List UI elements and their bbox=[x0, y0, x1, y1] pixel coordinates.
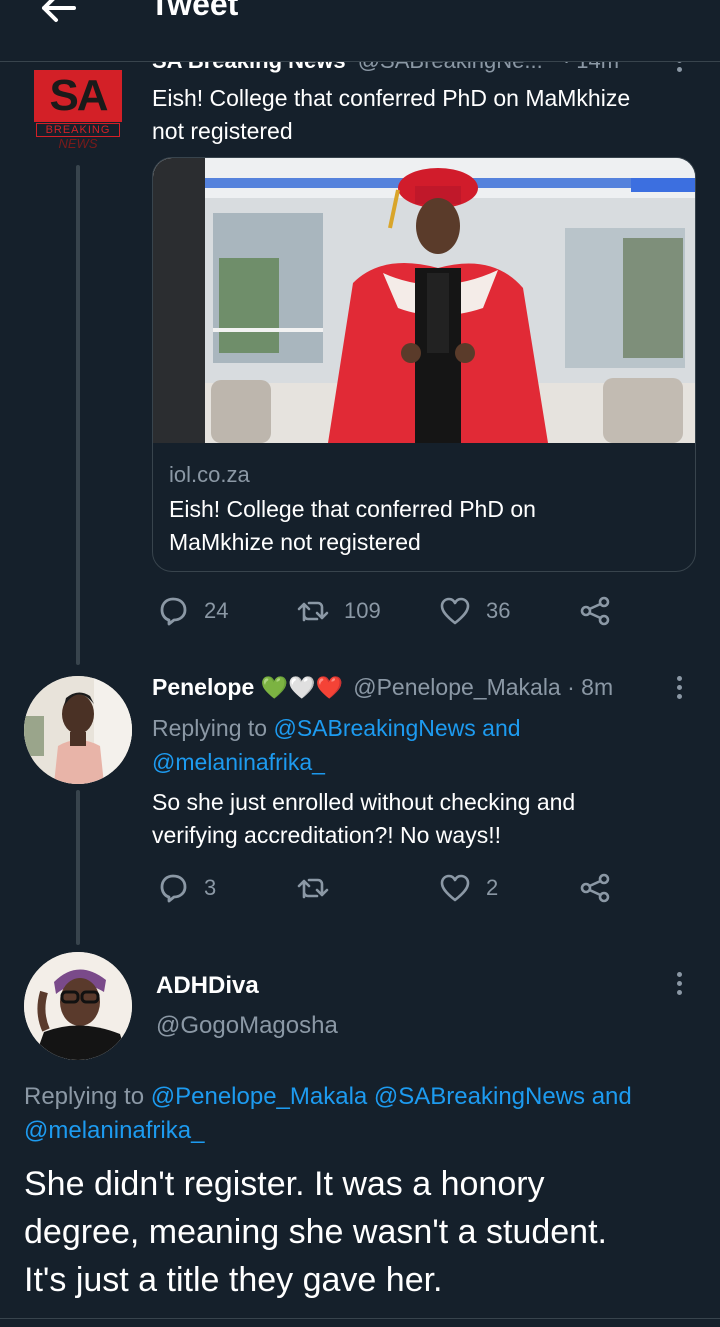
like-button[interactable]: 36 bbox=[438, 594, 510, 628]
more-options-icon[interactable] bbox=[674, 58, 684, 86]
share-icon bbox=[580, 873, 610, 903]
divider bbox=[0, 1318, 720, 1319]
reply-button[interactable]: 24 bbox=[156, 594, 228, 628]
card-text: iol.co.za Eish! College that conferred P… bbox=[169, 460, 679, 559]
retweet-button[interactable]: 109 bbox=[296, 594, 381, 628]
tweet-text-line: verifying accreditation?! No ways!! bbox=[152, 822, 501, 848]
replying-to: Replying to @SABreakingNews and @melanin… bbox=[152, 711, 521, 779]
card-title-line: Eish! College that conferred PhD on bbox=[169, 496, 536, 522]
handle[interactable]: @Penelope_Makala bbox=[353, 674, 560, 700]
logo-text: SA bbox=[49, 71, 108, 120]
replying-to: Replying to @Penelope_Makala @SABreaking… bbox=[24, 1080, 704, 1148]
thread-line bbox=[76, 790, 80, 945]
replying-mention[interactable]: @melaninafrika_ bbox=[152, 745, 521, 779]
avatar[interactable] bbox=[24, 676, 132, 784]
sa-breaking-news-logo[interactable]: SA BREAKING NEWS bbox=[34, 70, 122, 154]
handle[interactable]: @GogoMagosha bbox=[156, 1012, 338, 1040]
card-photo bbox=[153, 158, 695, 443]
tweet-text-line: So she just enrolled without checking an… bbox=[152, 789, 576, 815]
more-options-icon[interactable] bbox=[674, 972, 684, 1000]
tweet-text-line: Eish! College that conferred PhD on MaMk… bbox=[152, 85, 631, 111]
retweet-icon bbox=[297, 601, 329, 622]
tweet-text: So she just enrolled without checking an… bbox=[152, 786, 575, 852]
replying-prefix: Replying to bbox=[24, 1083, 145, 1110]
page-title: Tweet bbox=[150, 0, 239, 22]
back-arrow-icon[interactable] bbox=[38, 0, 78, 28]
top-bar: Tweet bbox=[0, 0, 720, 62]
like-count: 36 bbox=[486, 598, 511, 623]
display-name[interactable]: Penelope bbox=[152, 674, 254, 700]
logo-subtext: BREAKING bbox=[36, 123, 120, 137]
reply-icon bbox=[160, 597, 187, 626]
tweet-text-line: not registered bbox=[152, 118, 293, 144]
avatar-photo bbox=[24, 952, 132, 1060]
reply-button[interactable]: 3 bbox=[156, 871, 216, 905]
timestamp: · 8m bbox=[567, 674, 614, 700]
replying-mentions[interactable]: @SABreakingNews and bbox=[273, 715, 520, 741]
heart-icon bbox=[440, 874, 470, 902]
retweet-count: 109 bbox=[344, 598, 381, 623]
card-title-line: MaMkhize not registered bbox=[169, 529, 421, 555]
thread-line bbox=[76, 165, 80, 665]
tweet-text-line: degree, meaning she wasn't a student. bbox=[24, 1213, 607, 1251]
logo-subtext-2: NEWS bbox=[58, 136, 98, 151]
name-emojis: 💚🤍❤️ bbox=[260, 675, 343, 700]
card-title: Eish! College that conferred PhD on MaMk… bbox=[169, 493, 679, 559]
like-count: 2 bbox=[486, 875, 499, 900]
replying-mention[interactable]: @melaninafrika_ bbox=[24, 1114, 704, 1148]
like-button[interactable]: 2 bbox=[438, 871, 498, 905]
reply-icon bbox=[160, 874, 187, 903]
tweet-text: Eish! College that conferred PhD on MaMk… bbox=[152, 82, 630, 148]
tweet-text-line: It's just a title they gave her. bbox=[24, 1261, 443, 1299]
tweet-text-line: She didn't register. It was a honory bbox=[24, 1165, 545, 1203]
reply-count: 24 bbox=[204, 598, 229, 623]
retweet-button[interactable] bbox=[296, 871, 330, 905]
share-button[interactable] bbox=[578, 871, 612, 905]
card-image bbox=[153, 158, 695, 443]
retweet-icon bbox=[297, 878, 329, 899]
avatar-photo bbox=[24, 676, 132, 784]
tweet-text: She didn't register. It was a honory deg… bbox=[24, 1160, 714, 1304]
avatar[interactable] bbox=[24, 952, 132, 1060]
card-domain: iol.co.za bbox=[169, 462, 250, 487]
share-icon bbox=[580, 596, 610, 626]
link-card[interactable]: iol.co.za Eish! College that conferred P… bbox=[152, 157, 696, 572]
share-button[interactable] bbox=[578, 594, 612, 628]
replying-prefix: Replying to bbox=[152, 715, 268, 741]
more-options-icon[interactable] bbox=[674, 676, 684, 704]
reply-count: 3 bbox=[204, 875, 217, 900]
heart-icon bbox=[440, 597, 470, 625]
replying-mentions[interactable]: @Penelope_Makala @SABreakingNews and bbox=[151, 1083, 632, 1110]
tweet-header: Penelope 💚🤍❤️ @Penelope_Makala · 8m bbox=[152, 674, 672, 706]
display-name[interactable]: ADHDiva bbox=[156, 972, 259, 1000]
